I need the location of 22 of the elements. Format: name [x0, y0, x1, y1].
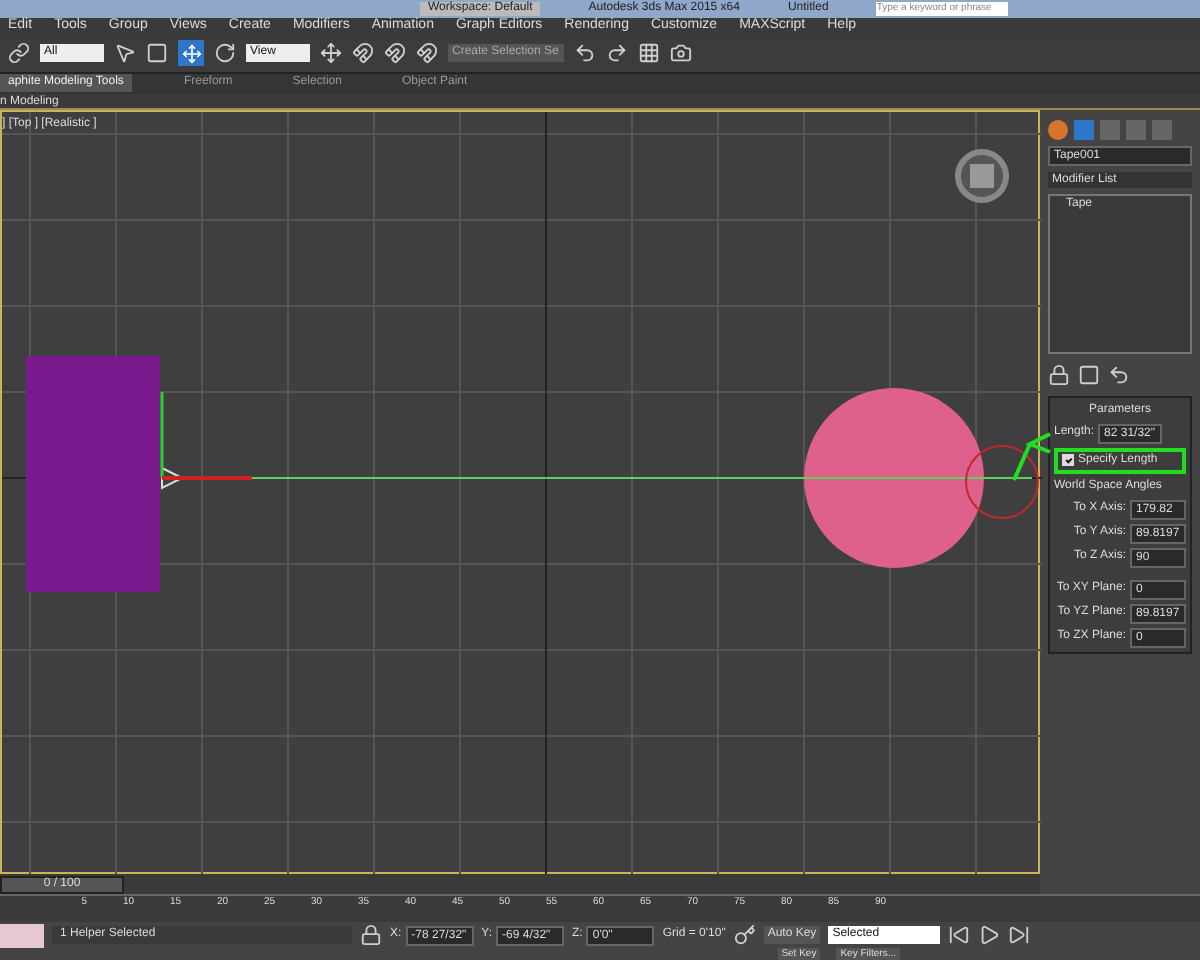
- select-move-icon[interactable]: [178, 40, 204, 67]
- tape-target-circle: [965, 444, 1039, 519]
- play-icon[interactable]: [978, 924, 1001, 947]
- axis-gizmo-drawing: [160, 391, 252, 480]
- move-icon[interactable]: [320, 42, 342, 65]
- rotate-icon[interactable]: [214, 42, 236, 65]
- tape-start-marker: [161, 466, 185, 490]
- prompt-block: [0, 923, 44, 948]
- create-tab[interactable]: [1048, 119, 1068, 140]
- pin-stack-icon[interactable]: [1048, 363, 1070, 386]
- check-icon: [1064, 457, 1072, 465]
- link-icon[interactable]: [8, 42, 30, 65]
- rectangle-select-icon[interactable]: [146, 42, 168, 65]
- snap-icon[interactable]: [352, 42, 374, 65]
- view-cube-icon[interactable]: [955, 148, 1009, 203]
- specify-length-checkbox[interactable]: [1062, 454, 1074, 467]
- pointer-icon[interactable]: [114, 42, 136, 65]
- grid-icon[interactable]: [638, 42, 660, 65]
- key-icon[interactable]: [733, 924, 756, 947]
- go-to-start-icon[interactable]: [948, 924, 971, 947]
- lock-icon[interactable]: [360, 924, 382, 947]
- go-to-end-icon[interactable]: [1008, 924, 1031, 947]
